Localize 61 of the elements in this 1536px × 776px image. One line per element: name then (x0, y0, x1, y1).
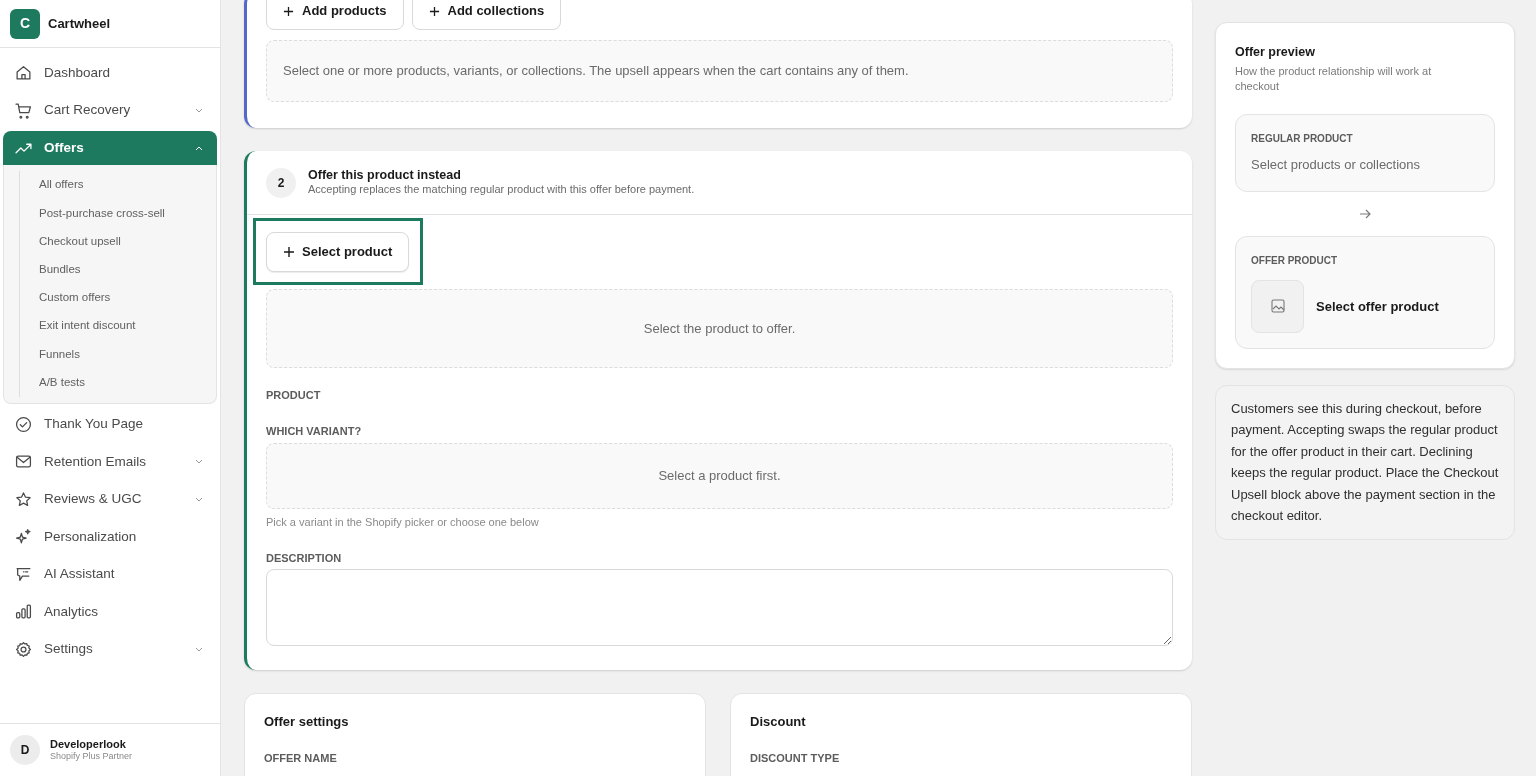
section-title: Offer this product instead (308, 167, 462, 184)
add-button[interactable]: Add collections (411, 0, 562, 30)
select-product-button[interactable]: Select product (266, 231, 410, 272)
field-label: DISCOUNT TYPE (750, 750, 841, 766)
nav-item[interactable]: Cart Recovery (3, 91, 217, 129)
home-icon (15, 64, 32, 82)
empty-state: Select the product to offer. (266, 289, 1173, 368)
panel-value: Select products or collections (1251, 155, 1422, 174)
panel-value: Select offer product (1316, 297, 1439, 316)
app-name: Cartwheel (48, 14, 111, 33)
user-name: Developerlook (50, 737, 127, 752)
field-label: OFFER NAME (264, 750, 338, 766)
field-label: DESCRIPTION (266, 550, 343, 566)
field-hint: Pick a variant in the Shopify picker or choose one below (266, 515, 540, 530)
submenu-item[interactable]: Checkout upsell (39, 227, 216, 256)
nav-item[interactable]: Offers (3, 131, 217, 165)
plus-icon (283, 5, 294, 17)
field-label: WHICH VARIANT? (266, 423, 363, 439)
nav-item[interactable]: AI Assistant (3, 555, 217, 593)
add-button[interactable]: Add products (266, 0, 404, 30)
logo: C (10, 8, 40, 39)
check-circle-icon (15, 415, 32, 433)
settings-icon (15, 640, 32, 658)
submenu-item[interactable]: Bundles (39, 255, 216, 284)
section-subtitle: Accepting replaces the matching regular product with this offer before payment. (308, 183, 695, 198)
chat-icon (15, 565, 32, 583)
nav-item[interactable]: Reviews & UGC (3, 480, 217, 518)
nav-item[interactable]: Retention Emails (3, 443, 217, 481)
card-title: Offer preview (1235, 44, 1316, 61)
field-label: PRODUCT (266, 388, 322, 403)
nav-item[interactable]: Settings (3, 630, 217, 668)
submenu-item[interactable]: Custom offers (39, 283, 216, 312)
step-number: 2 (266, 167, 296, 198)
nav-item[interactable]: Dashboard (3, 54, 217, 92)
submenu-item[interactable]: Funnels (39, 340, 216, 369)
panel-label: REGULAR PRODUCT (1251, 131, 1354, 146)
star-icon (15, 490, 32, 508)
card-subtitle: How the product relationship will work at checkout (1235, 63, 1433, 94)
user-role: Shopify Plus Partner (50, 751, 133, 763)
cart-icon (15, 101, 32, 119)
submenu-item[interactable]: A/B tests (39, 368, 216, 397)
panel-label: OFFER PRODUCT (1251, 253, 1339, 268)
info-text: Customers see this during checkout, before payment. Accepting swaps the regular product for the offer product in their cart. Declining keeps the regular product. Place the Checkout Upsell block above the payment section in the checkout editor. (1231, 399, 1499, 526)
submenu-item[interactable]: Post-purchase cross-sell (39, 199, 216, 228)
nav-item[interactable]: Analytics (3, 593, 217, 631)
plus-icon (428, 5, 440, 17)
plus-icon (283, 245, 295, 258)
user-avatar: D (10, 735, 40, 765)
arrow-right-icon (1359, 208, 1371, 219)
card-title: Discount (750, 713, 807, 731)
card-title: Offer settings (264, 713, 350, 731)
submenu-item[interactable]: All offers (39, 171, 216, 200)
empty-state: Select a product first. (266, 443, 1173, 509)
bar-chart-icon (15, 603, 32, 621)
nav-item[interactable]: Personalization (3, 518, 217, 556)
empty-state: Select one or more products, variants, or collections. The upsell appears when the cart contains any of them. (266, 40, 1173, 102)
sparkle-icon (15, 528, 32, 546)
nav-item[interactable]: Thank You Page (3, 405, 217, 443)
description-field[interactable] (266, 569, 1173, 646)
submenu-item[interactable]: Exit intent discount (39, 311, 216, 341)
image-icon (1270, 299, 1285, 314)
